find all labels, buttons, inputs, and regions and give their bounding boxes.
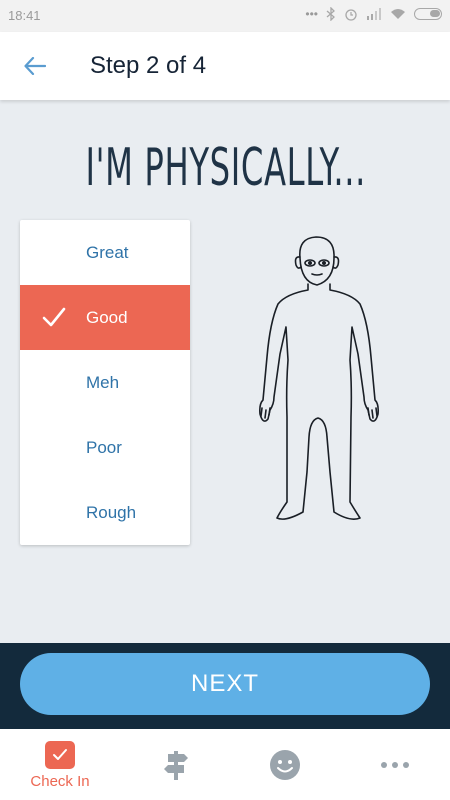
nav-more[interactable] [376, 729, 414, 800]
option-label: Rough [86, 502, 137, 522]
nav-label: Check In [30, 773, 90, 790]
nav-mood[interactable] [266, 729, 304, 800]
more-dots-icon [381, 762, 409, 768]
body-figure-illustration [259, 236, 379, 520]
checkbox-icon [45, 741, 75, 769]
signpost-icon [164, 751, 188, 780]
question-heading: I'M PHYSICALLY... [85, 138, 366, 198]
arrow-left-icon [24, 57, 46, 75]
status-bar: 18:41 ••• [0, 0, 450, 32]
alarm-icon [345, 9, 357, 21]
option-rough[interactable]: Rough [20, 480, 190, 545]
option-label: Poor [86, 437, 122, 457]
dots-icon: ••• [305, 7, 318, 21]
page-title: Step 2 of 4 [90, 52, 207, 79]
physical-state-options: Great Good Meh Poor Rough [20, 220, 190, 545]
nav-check-in[interactable]: Check In [22, 729, 98, 800]
checkmark-icon [42, 307, 66, 327]
battery-icon [414, 8, 442, 20]
smiley-icon [270, 750, 300, 780]
status-icons: ••• [305, 7, 442, 21]
option-meh[interactable]: Meh [20, 350, 190, 415]
app-bar: Step 2 of 4 [0, 32, 450, 100]
nav-journey[interactable] [157, 729, 195, 800]
footer-bar: NEXT [0, 643, 450, 729]
status-time: 18:41 [8, 8, 41, 23]
option-poor[interactable]: Poor [20, 415, 190, 480]
bluetooth-icon [326, 7, 335, 21]
option-great[interactable]: Great [20, 220, 190, 285]
wifi-icon [391, 9, 405, 19]
signal-icon [367, 8, 381, 20]
option-label: Good [86, 307, 128, 327]
option-good[interactable]: Good [20, 285, 190, 350]
next-button[interactable]: NEXT [20, 653, 430, 715]
option-label: Meh [86, 372, 120, 392]
option-label: Great [86, 242, 129, 262]
bottom-nav: Check In [0, 729, 450, 800]
back-button[interactable] [18, 50, 52, 82]
